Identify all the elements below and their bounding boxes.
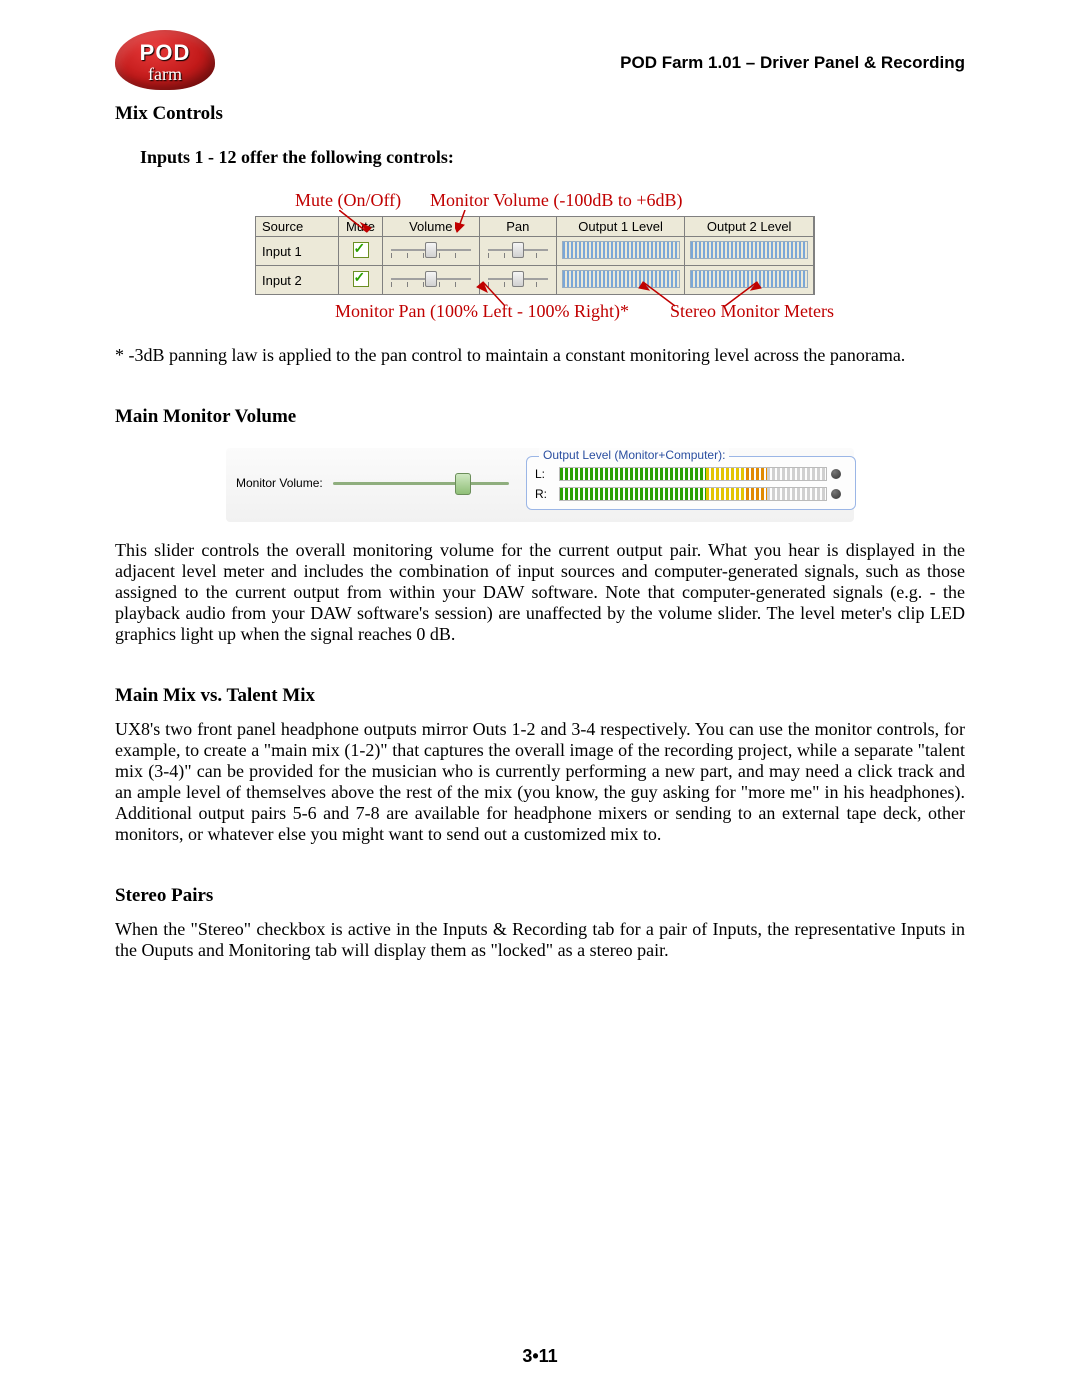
- table-row: Input 1: [256, 237, 815, 266]
- callout-monitor-pan: Monitor Pan (100% Left - 100% Right)*: [335, 301, 629, 322]
- page: POD farm POD Farm 1.01 – Driver Panel & …: [0, 0, 1080, 1397]
- logo-text-farm: farm: [115, 64, 215, 85]
- level-l-label: L:: [535, 467, 555, 481]
- col-volume: Volume: [382, 217, 479, 237]
- inputs-subheading: Inputs 1 - 12 offer the following contro…: [140, 147, 965, 168]
- logo-text-pod: POD: [115, 40, 215, 66]
- row-source: Input 2: [256, 266, 339, 295]
- panning-note: * -3dB panning law is applied to the pan…: [115, 345, 965, 366]
- col-output2: Output 2 Level: [685, 217, 814, 237]
- page-header: POD farm POD Farm 1.01 – Driver Panel & …: [115, 30, 965, 95]
- monitor-volume-left: Monitor Volume:: [230, 463, 520, 503]
- output-level-legend: Output Level (Monitor+Computer):: [539, 448, 729, 462]
- monitor-volume-slider[interactable]: [333, 473, 509, 493]
- output1-meter: [562, 270, 680, 288]
- row-source: Input 1: [256, 237, 339, 266]
- level-row-right: R:: [535, 487, 847, 501]
- level-row-left: L:: [535, 467, 847, 481]
- level-r-label: R:: [535, 487, 555, 501]
- header-title: POD Farm 1.01 – Driver Panel & Recording: [620, 53, 965, 73]
- callout-stereo-meters: Stereo Monitor Meters: [670, 301, 834, 322]
- fig1-top-labels: Mute (On/Off) Monitor Volume (-100dB to …: [255, 190, 825, 216]
- col-pan: Pan: [479, 217, 556, 237]
- level-l-meter: [559, 467, 827, 481]
- clip-led-left: [831, 469, 841, 479]
- monitor-volume-figure: Monitor Volume: Output Level (Monitor+Co…: [226, 448, 854, 522]
- col-output1: Output 1 Level: [556, 217, 685, 237]
- volume-slider[interactable]: [391, 272, 471, 286]
- mix-controls-table: Source Mute Volume Pan Output 1 Level Ou…: [255, 216, 815, 295]
- mix-controls-heading: Mix Controls: [115, 103, 965, 125]
- monitor-volume-label: Monitor Volume:: [236, 476, 323, 490]
- col-mute: Mute: [339, 217, 383, 237]
- output2-meter: [690, 241, 808, 259]
- output2-meter: [690, 270, 808, 288]
- callout-monitor-volume: Monitor Volume (-100dB to +6dB): [430, 190, 683, 211]
- stereo-pairs-heading: Stereo Pairs: [115, 885, 965, 907]
- mix-controls-figure: Mute (On/Off) Monitor Volume (-100dB to …: [255, 190, 825, 327]
- monitor-volume-paragraph: This slider controls the overall monitor…: [115, 540, 965, 645]
- stereo-pairs-paragraph: When the "Stereo" checkbox is active in …: [115, 919, 965, 961]
- clip-led-right: [831, 489, 841, 499]
- table-row: Input 2: [256, 266, 815, 295]
- main-monitor-volume-heading: Main Monitor Volume: [115, 406, 965, 428]
- mute-checkbox[interactable]: [353, 271, 369, 287]
- col-source: Source: [256, 217, 339, 237]
- volume-slider[interactable]: [391, 243, 471, 257]
- pan-slider[interactable]: [488, 272, 548, 286]
- level-r-meter: [559, 487, 827, 501]
- table-header-row: Source Mute Volume Pan Output 1 Level Ou…: [256, 217, 815, 237]
- fig1-bottom-labels: Monitor Pan (100% Left - 100% Right)* St…: [255, 301, 825, 327]
- page-number: 3•11: [0, 1346, 1080, 1367]
- output-level-group: Output Level (Monitor+Computer): L: R:: [526, 456, 856, 510]
- main-mix-paragraph: UX8's two front panel headphone outputs …: [115, 719, 965, 845]
- pod-farm-logo: POD farm: [115, 30, 215, 95]
- callout-mute: Mute (On/Off): [295, 190, 401, 211]
- main-mix-heading: Main Mix vs. Talent Mix: [115, 685, 965, 707]
- mute-checkbox[interactable]: [353, 242, 369, 258]
- pan-slider[interactable]: [488, 243, 548, 257]
- output1-meter: [562, 241, 680, 259]
